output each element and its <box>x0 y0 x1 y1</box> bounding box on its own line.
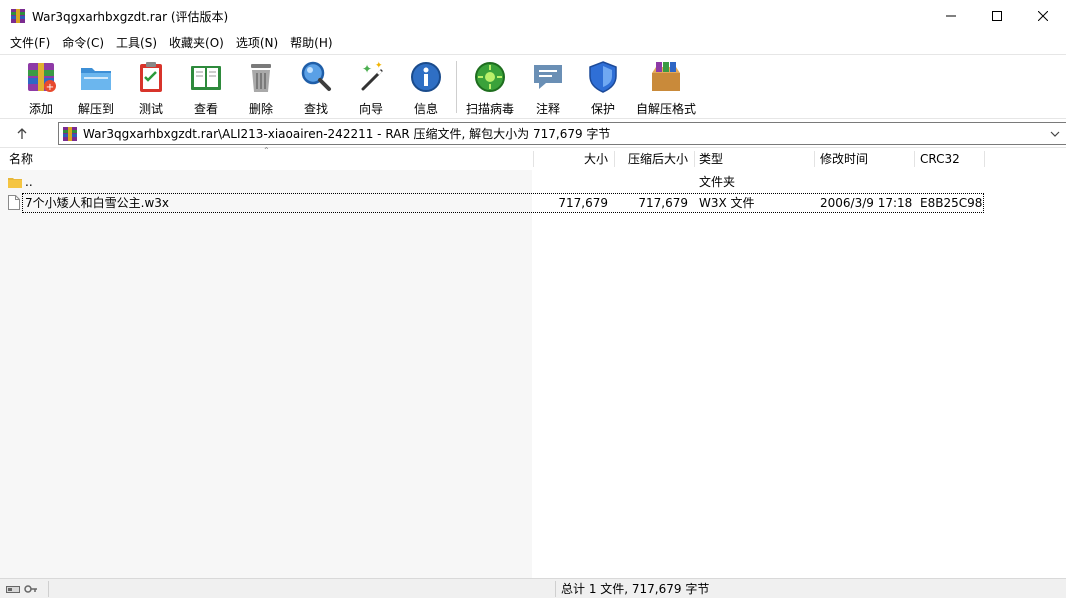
toolbar: + 添加 解压到 测试 查看 删除 查找 ✦ ✦ 向导 信息 扫描病毒 注释 保… <box>0 54 1066 118</box>
maximize-icon <box>992 11 1002 21</box>
status-summary: 总计 1 文件, 717,679 字节 <box>561 582 710 596</box>
column-header-packed-size[interactable]: 压缩后大小 <box>614 148 688 170</box>
test-label: 测试 <box>138 102 163 116</box>
address-field[interactable]: War3qgxarhbxgzdt.rar\ALI213-xiaoairen-24… <box>58 122 1066 145</box>
minimize-icon <box>946 15 956 17</box>
address-path: War3qgxarhbxgzdt.rar\ALI213-xiaoairen-24… <box>83 127 611 141</box>
column-divider[interactable] <box>984 151 985 167</box>
column-divider[interactable] <box>694 151 695 167</box>
delete-label: 删除 <box>248 102 273 116</box>
close-icon <box>1038 11 1048 21</box>
menu-bar: 文件(F) 命令(C) 工具(S) 收藏夹(O) 选项(N) 帮助(H) <box>0 32 1066 54</box>
drive-icon <box>6 586 20 593</box>
sort-indicator-icon: ⌃ <box>263 146 270 155</box>
test-icon <box>140 62 162 92</box>
delete-icon <box>251 64 271 92</box>
minimize-button[interactable] <box>928 0 974 32</box>
up-one-level-button[interactable] <box>10 123 34 145</box>
test-button[interactable]: 测试 <box>123 59 179 117</box>
add-button[interactable]: + 添加 <box>13 59 69 117</box>
file-size: 717,679 <box>558 196 608 210</box>
menu-tools[interactable]: 工具(S) <box>110 33 163 53</box>
sfx-icon <box>652 62 680 91</box>
name-column-shading <box>0 170 532 578</box>
arrow-up-icon <box>17 128 27 139</box>
extract-to-label: 解压到 <box>77 102 114 116</box>
file-list: 名称 ⌃ 大小 压缩后大小 类型 修改时间 CRC32 .. 文件夹 7个小矮人… <box>0 146 1066 578</box>
view-icon <box>191 66 221 90</box>
info-label: 信息 <box>413 102 438 116</box>
comment-button[interactable]: 注释 <box>520 59 576 117</box>
table-row-parent-folder[interactable]: .. 文件夹 <box>0 172 1066 192</box>
wizard-label: 向导 <box>358 102 383 116</box>
key-icon <box>24 585 37 593</box>
column-header-name[interactable]: 名称 <box>9 148 33 170</box>
file-type: 文件夹 <box>699 175 736 189</box>
find-label: 查找 <box>303 102 328 116</box>
delete-button[interactable]: 删除 <box>233 59 289 117</box>
file-type: W3X 文件 <box>699 196 755 210</box>
file-name: 7个小矮人和白雪公主.w3x <box>25 196 170 210</box>
protect-label: 保护 <box>590 102 615 116</box>
info-button[interactable]: 信息 <box>398 59 454 117</box>
comment-label: 注释 <box>535 102 560 116</box>
protect-icon <box>589 61 617 93</box>
svg-text:+: + <box>46 82 54 93</box>
wizard-icon: ✦ ✦ <box>361 61 383 91</box>
address-bar: War3qgxarhbxgzdt.rar\ALI213-xiaoairen-24… <box>0 118 1066 148</box>
status-separator <box>555 581 556 597</box>
archive-icon <box>63 126 77 141</box>
view-label: 查看 <box>193 102 218 116</box>
svg-text:✦: ✦ <box>362 62 372 76</box>
file-name: .. <box>25 175 33 189</box>
menu-favorites[interactable]: 收藏夹(O) <box>163 33 230 53</box>
table-row[interactable]: 7个小矮人和白雪公主.w3x 717,679 717,679 W3X 文件 20… <box>0 193 1066 213</box>
view-button[interactable]: 查看 <box>178 59 234 117</box>
winrar-app-icon[interactable] <box>10 8 26 24</box>
protect-button[interactable]: 保护 <box>575 59 631 117</box>
maximize-button[interactable] <box>974 0 1020 32</box>
toolbar-separator <box>456 61 457 113</box>
address-dropdown-button[interactable] <box>1048 126 1062 142</box>
column-header-type[interactable]: 类型 <box>699 148 723 170</box>
title-bar: War3qgxarhbxgzdt.rar (评估版本) <box>0 0 1066 32</box>
wizard-button[interactable]: ✦ ✦ 向导 <box>343 59 399 117</box>
add-label: 添加 <box>28 102 53 116</box>
folder-icon <box>8 172 22 192</box>
svg-text:✦: ✦ <box>375 61 383 71</box>
info-icon <box>411 62 441 92</box>
status-bar: 总计 1 文件, 717,679 字节 <box>0 578 1066 598</box>
find-icon <box>301 61 331 91</box>
column-header-modified[interactable]: 修改时间 <box>820 148 868 170</box>
menu-options[interactable]: 选项(N) <box>230 33 284 53</box>
menu-commands[interactable]: 命令(C) <box>56 33 110 53</box>
sfx-button[interactable]: 自解压格式 <box>630 59 702 117</box>
virus-scan-icon <box>475 62 505 92</box>
extract-to-button[interactable]: 解压到 <box>68 59 124 117</box>
chevron-down-icon <box>1050 131 1060 137</box>
column-header-crc32[interactable]: CRC32 <box>920 148 960 170</box>
sfx-label: 自解压格式 <box>635 102 696 116</box>
status-separator <box>48 581 49 597</box>
column-headers: 名称 ⌃ 大小 压缩后大小 类型 修改时间 CRC32 <box>0 146 1066 170</box>
menu-file[interactable]: 文件(F) <box>4 33 56 53</box>
menu-help[interactable]: 帮助(H) <box>284 33 338 53</box>
virus-scan-label: 扫描病毒 <box>465 102 514 116</box>
comment-icon <box>534 65 562 89</box>
file-packed-size: 717,679 <box>638 196 688 210</box>
window-title: War3qgxarhbxgzdt.rar (评估版本) <box>32 9 229 24</box>
column-divider[interactable] <box>914 151 915 167</box>
file-modified: 2006/3/9 17:18 <box>820 196 913 210</box>
virus-scan-button[interactable]: 扫描病毒 <box>462 59 518 117</box>
document-icon <box>8 193 22 213</box>
extract-to-icon <box>81 68 111 90</box>
find-button[interactable]: 查找 <box>288 59 344 117</box>
file-crc32: E8B25C98 <box>920 196 983 210</box>
close-button[interactable] <box>1020 0 1066 32</box>
status-icons <box>6 581 46 597</box>
column-divider[interactable] <box>814 151 815 167</box>
add-archive-icon: + <box>28 63 56 93</box>
column-header-size[interactable]: 大小 <box>534 148 608 170</box>
